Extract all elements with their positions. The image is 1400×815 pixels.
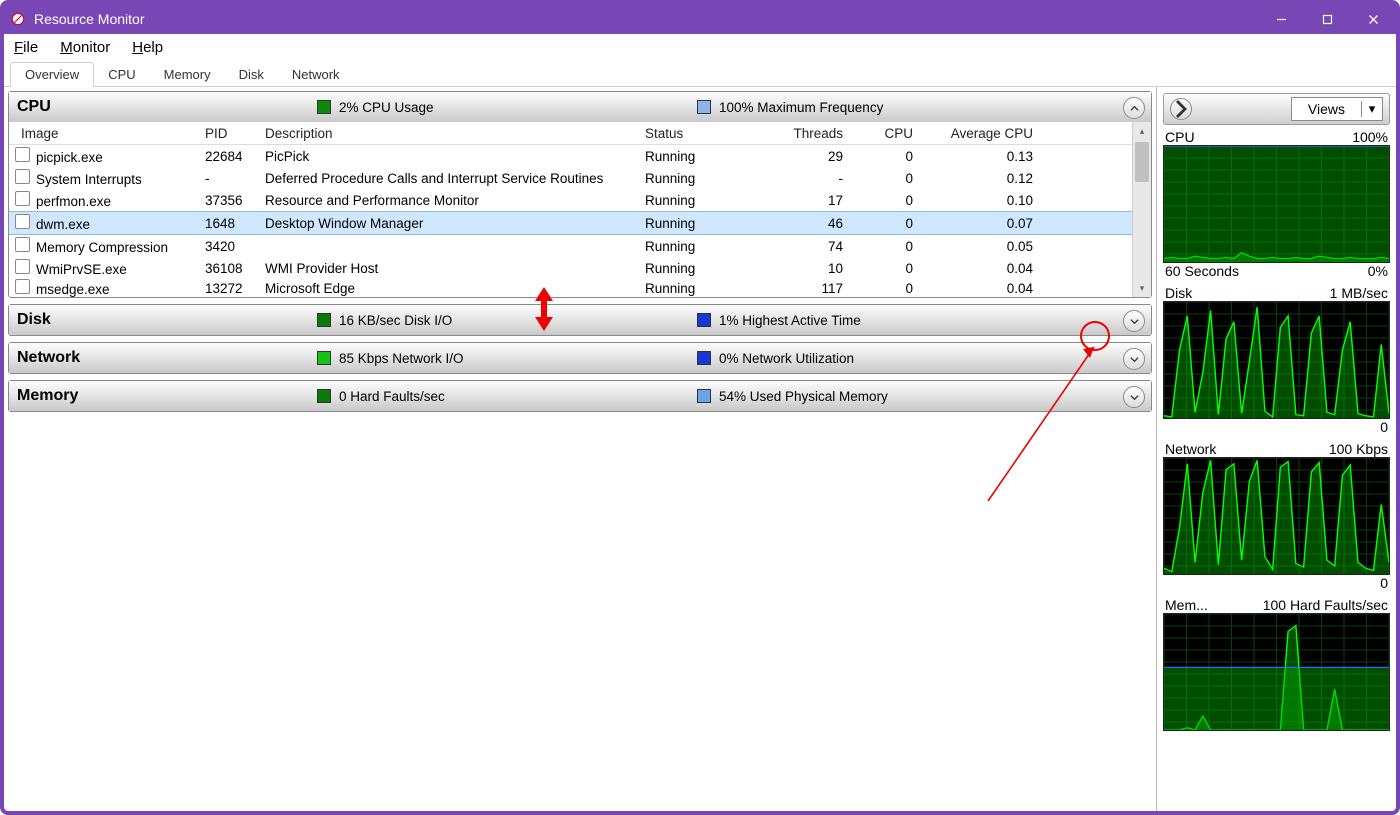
row-checkbox[interactable] (15, 147, 30, 162)
chevron-down-icon: ▾ (1361, 101, 1382, 117)
row-checkbox[interactable] (15, 191, 30, 206)
expand-memory-button[interactable] (1123, 386, 1145, 408)
collapse-cpu-button[interactable] (1123, 97, 1145, 119)
cpu-section: CPU 2% CPU Usage 100% Maximum Frequency … (8, 91, 1152, 298)
tab-disk[interactable]: Disk (225, 63, 278, 86)
process-row[interactable]: WmiPrvSE.exe36108WMI Provider HostRunnin… (9, 257, 1132, 279)
memory-section-header[interactable]: Memory 0 Hard Faults/sec 54% Used Physic… (9, 381, 1151, 411)
process-table: Image PID Description Status Threads CPU… (9, 122, 1132, 297)
menu-file[interactable]: File (10, 37, 42, 58)
net-chart-max: 100 Kbps (1329, 441, 1388, 457)
disk-section-title: Disk (17, 311, 317, 329)
col-pid[interactable]: PID (205, 126, 265, 141)
tab-network[interactable]: Network (278, 63, 354, 86)
row-checkbox[interactable] (15, 279, 30, 294)
sidebar-nav-button[interactable] (1170, 98, 1192, 120)
process-row[interactable]: perfmon.exe37356Resource and Performance… (9, 189, 1132, 211)
menu-help[interactable]: Help (128, 37, 167, 58)
net-chart-zero: 0 (1380, 575, 1388, 591)
window-title: Resource Monitor (34, 11, 145, 27)
cpu-chart (1163, 145, 1390, 263)
memory-section: Memory 0 Hard Faults/sec 54% Used Physic… (8, 380, 1152, 412)
net-io-stat: 85 Kbps Network I/O (317, 351, 697, 366)
process-row[interactable]: msedge.exe13272Microsoft EdgeRunning1170… (9, 279, 1132, 297)
disk-chart-block: Disk 1 MB/sec 0 (1163, 285, 1390, 435)
disk-io-stat: 16 KB/sec Disk I/O (317, 313, 697, 328)
disk-section-header[interactable]: Disk 16 KB/sec Disk I/O 1% Highest Activ… (9, 305, 1151, 335)
chart-sidebar: Views ▾ CPU 100% 60 Seconds 0% Disk 1 MB/se… (1156, 87, 1396, 811)
maximize-button[interactable] (1304, 4, 1350, 34)
disk-active-stat: 1% Highest Active Time (697, 313, 861, 328)
cpu-section-header[interactable]: CPU 2% CPU Usage 100% Maximum Frequency (9, 92, 1151, 122)
main-panel: CPU 2% CPU Usage 100% Maximum Frequency … (4, 87, 1156, 811)
col-threads[interactable]: Threads (755, 126, 855, 141)
mem-faults-stat: 0 Hard Faults/sec (317, 389, 697, 404)
disk-chart-zero: 0 (1380, 419, 1388, 435)
disk-chart-max: 1 MB/sec (1330, 285, 1388, 301)
cpu-section-title: CPU (17, 98, 317, 116)
cpu-maxfreq-stat: 100% Maximum Frequency (697, 100, 883, 115)
views-dropdown[interactable]: Views ▾ (1291, 97, 1383, 121)
col-desc[interactable]: Description (265, 126, 645, 141)
tab-overview[interactable]: Overview (10, 62, 94, 87)
scroll-up-button[interactable]: ▴ (1133, 122, 1151, 140)
row-checkbox[interactable] (15, 214, 30, 229)
process-table-scrollbar[interactable]: ▴ ▾ (1132, 122, 1151, 297)
network-section-header[interactable]: Network 85 Kbps Network I/O 0% Network U… (9, 343, 1151, 373)
cpu-chart-title: CPU (1165, 129, 1195, 145)
network-section: Network 85 Kbps Network I/O 0% Network U… (8, 342, 1152, 374)
row-checkbox[interactable] (15, 259, 30, 274)
process-row[interactable]: System Interrupts-Deferred Procedure Cal… (9, 167, 1132, 189)
sidebar-top-bar: Views ▾ (1163, 93, 1390, 125)
mem-chart-title: Mem... (1165, 597, 1208, 613)
memory-chart-block: Mem... 100 Hard Faults/sec (1163, 597, 1390, 731)
tab-cpu[interactable]: CPU (94, 63, 149, 86)
app-icon (10, 11, 26, 27)
process-row[interactable]: Memory Compression3420Running7400.05 (9, 235, 1132, 257)
minimize-button[interactable] (1258, 4, 1304, 34)
network-chart-block: Network 100 Kbps 0 (1163, 441, 1390, 591)
memory-section-title: Memory (17, 387, 317, 405)
cpu-usage-stat: 2% CPU Usage (317, 100, 697, 115)
views-label: Views (1292, 101, 1361, 117)
mem-used-stat: 54% Used Physical Memory (697, 389, 888, 404)
titlebar[interactable]: Resource Monitor (4, 4, 1396, 34)
col-status[interactable]: Status (645, 126, 755, 141)
expand-disk-button[interactable] (1123, 310, 1145, 332)
close-button[interactable] (1350, 4, 1396, 34)
process-row[interactable]: picpick.exe22684PicPickRunning2900.13 (9, 145, 1132, 167)
disk-chart (1163, 301, 1390, 419)
disk-chart-title: Disk (1165, 285, 1192, 301)
cpu-chart-max: 100% (1352, 129, 1388, 145)
cpu-chart-block: CPU 100% 60 Seconds 0% (1163, 129, 1390, 279)
net-chart-title: Network (1165, 441, 1216, 457)
menubar: File Monitor Help (4, 34, 1396, 60)
process-table-header[interactable]: Image PID Description Status Threads CPU… (9, 122, 1132, 145)
expand-network-button[interactable] (1123, 348, 1145, 370)
disk-section: Disk 16 KB/sec Disk I/O 1% Highest Activ… (8, 304, 1152, 336)
menu-monitor[interactable]: Monitor (56, 37, 114, 58)
row-checkbox[interactable] (15, 237, 30, 252)
mem-chart-max: 100 Hard Faults/sec (1263, 597, 1388, 613)
xaxis-label: 60 Seconds (1165, 263, 1239, 279)
network-chart (1163, 457, 1390, 575)
xaxis-zero: 0% (1368, 263, 1388, 279)
scroll-down-button[interactable]: ▾ (1133, 279, 1151, 297)
col-cpu[interactable]: CPU (855, 126, 925, 141)
net-util-stat: 0% Network Utilization (697, 351, 854, 366)
tab-memory[interactable]: Memory (150, 63, 225, 86)
tab-bar: Overview CPU Memory Disk Network (4, 60, 1396, 87)
resource-monitor-window: Resource Monitor File Monitor Help Overv… (0, 0, 1400, 815)
memory-chart (1163, 613, 1390, 731)
row-checkbox[interactable] (15, 169, 30, 184)
col-avgcpu[interactable]: Average CPU (925, 126, 1045, 141)
scroll-thumb[interactable] (1135, 142, 1149, 182)
network-section-title: Network (17, 349, 317, 367)
process-row[interactable]: dwm.exe1648Desktop Window ManagerRunning… (9, 211, 1132, 235)
col-image[interactable]: Image (21, 126, 59, 141)
